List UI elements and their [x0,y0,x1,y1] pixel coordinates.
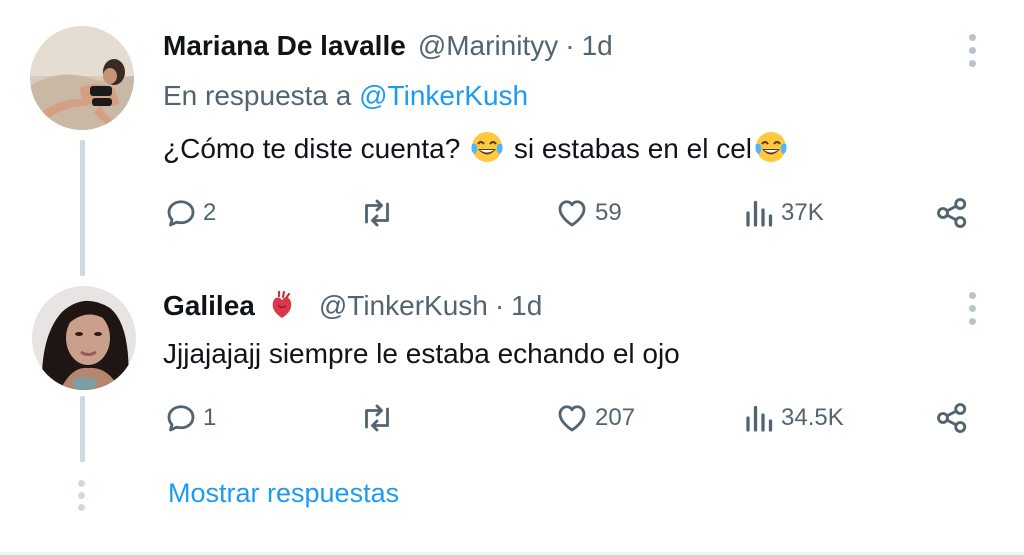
separator-dot: · [565,30,575,61]
show-replies-link[interactable]: Mostrar respuestas [168,478,399,509]
reply-prefix: En respuesta a [163,80,352,111]
reply-count: 1 [203,404,217,431]
heart-icon [558,200,586,227]
view-count: 34.5K [781,404,844,431]
share-icon [937,403,967,433]
more-options-icon[interactable] [966,292,978,325]
tweet-1-text: ¿Cómo te diste cuenta? si estabas en el … [163,130,790,165]
face-with-tears-of-joy-icon [755,132,787,162]
avatar-galilea[interactable] [32,286,136,390]
reply-context: En respuesta a @TinkerKush [163,80,528,112]
timestamp[interactable]: 1d [511,290,542,322]
heart-icon [558,405,586,432]
user-handle[interactable]: @TinkerKush [319,290,488,322]
reply-icon [167,405,195,432]
share-icon [937,198,967,228]
tweet-2-header: Galilea @TinkerKush · 1d [163,290,542,322]
views-button[interactable]: 34.5K [743,398,844,438]
more-options-icon[interactable] [966,34,978,67]
tweet-1-header: Mariana De lavalle @Marinityy · 1d [163,30,613,62]
repost-button[interactable] [357,398,401,438]
user-handle[interactable]: @Marinityy [418,30,558,62]
like-count: 59 [595,199,622,226]
repost-icon [365,404,389,432]
views-button[interactable]: 37K [743,193,824,233]
share-button[interactable] [934,193,970,233]
timestamp[interactable]: 1d [582,30,613,62]
like-count: 207 [595,404,636,431]
thread-line-1 [80,140,85,276]
like-button[interactable]: 59 [553,193,622,233]
tweet-2-text: Jjjajajajj siempre le estaba echando el … [163,338,680,369]
share-button[interactable] [934,398,970,438]
anatomical-heart-icon [272,291,292,318]
views-chart-icon [746,405,773,432]
face-with-tears-of-joy-icon [471,132,503,162]
display-name[interactable]: Galilea [163,290,255,322]
separator-dot: · [494,290,505,321]
reply-button[interactable]: 1 [163,398,216,438]
reply-count: 2 [203,199,217,226]
view-count: 37K [781,199,824,226]
thread-line-2 [80,396,85,462]
tweet-text-part2: si estabas en el cel [513,133,752,164]
views-chart-icon [746,200,773,227]
thread-continuation-dots [78,480,85,511]
avatar-mariana[interactable] [30,26,134,130]
display-name[interactable]: Mariana De lavalle [163,30,406,62]
like-button[interactable]: 207 [553,398,635,438]
reply-button[interactable]: 2 [163,193,216,233]
tweet-text-part1: ¿Cómo te diste cuenta? [163,133,461,164]
repost-button[interactable] [357,193,401,233]
reply-icon [167,200,195,227]
repost-icon [365,199,389,227]
reply-mention-link[interactable]: @TinkerKush [359,80,528,111]
